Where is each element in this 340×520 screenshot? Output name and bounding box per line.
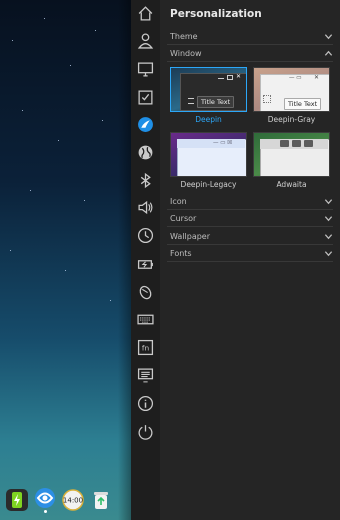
theme-name: Deepin — [195, 115, 222, 124]
theme-preview: ✕ Title Text — [170, 67, 247, 112]
chevron-down-icon — [323, 249, 333, 259]
section-fonts[interactable]: Fonts — [167, 246, 333, 262]
dock-item-power[interactable] — [6, 489, 28, 511]
panel-title: Personalization — [170, 8, 262, 20]
clock-icon: 14:00 — [62, 489, 84, 511]
chevron-down-icon — [323, 232, 333, 242]
bluetooth-icon — [140, 172, 151, 189]
nav-shutdown[interactable] — [137, 423, 154, 440]
tooltip: Title Text — [197, 96, 235, 108]
theme-preview: — ▭ ✕ Title Text — [253, 67, 330, 112]
nav-default-apps[interactable] — [137, 89, 154, 106]
clock-text: 14:00 — [63, 497, 83, 505]
nav-shortcuts[interactable]: fn — [137, 339, 154, 356]
info-icon — [137, 395, 154, 412]
shutdown-icon — [138, 425, 153, 440]
default-apps-icon — [138, 90, 153, 105]
section-window[interactable]: Window — [167, 46, 333, 62]
nav-account[interactable] — [137, 32, 154, 49]
section-label: Cursor — [170, 214, 197, 223]
nav-info[interactable] — [137, 395, 154, 412]
personalization-icon — [138, 117, 153, 132]
shortcuts-icon: fn — [137, 339, 154, 356]
account-icon — [137, 33, 154, 49]
nav-home[interactable] — [137, 5, 154, 22]
display-icon — [137, 62, 154, 77]
section-theme[interactable]: Theme — [167, 29, 333, 45]
tooltip: Title Text — [284, 98, 322, 110]
chevron-down-icon — [323, 32, 333, 42]
dock-item-clock[interactable]: 14:00 — [62, 489, 84, 511]
section-label: Icon — [170, 197, 187, 206]
sound-icon — [138, 200, 153, 215]
dock: 14:00 — [0, 480, 131, 520]
nav-network[interactable] — [137, 144, 154, 161]
section-wallpaper[interactable]: Wallpaper — [167, 229, 333, 245]
running-indicator — [43, 510, 47, 513]
nav-sound[interactable] — [137, 199, 154, 216]
section-label: Fonts — [170, 249, 192, 258]
theme-name: Deepin-Gray — [267, 115, 316, 124]
dock-item-trash[interactable] — [90, 489, 112, 511]
chevron-down-icon — [323, 197, 333, 207]
system-info-icon — [137, 368, 154, 383]
deepin-store-icon — [35, 488, 55, 508]
nav-datetime[interactable] — [137, 227, 154, 244]
theme-card-deepin-legacy[interactable]: — ▭ ☒ Deepin-Legacy — [170, 132, 247, 189]
keyboard-icon — [137, 314, 154, 325]
nav-power[interactable] — [137, 256, 154, 273]
theme-name: Adwaita — [276, 180, 307, 189]
section-label: Wallpaper — [170, 232, 211, 241]
home-icon — [138, 6, 153, 21]
dock-item-store[interactable] — [34, 487, 56, 513]
theme-preview — [253, 132, 330, 177]
theme-card-deepin-gray[interactable]: — ▭ ✕ Title Text Deepin-Gray — [253, 67, 330, 124]
chevron-down-icon — [323, 214, 333, 224]
theme-card-adwaita[interactable]: Adwaita — [253, 132, 330, 189]
nav-bluetooth[interactable] — [137, 172, 154, 189]
power-icon — [137, 260, 153, 269]
theme-name: Deepin-Legacy — [180, 180, 237, 189]
section-icon[interactable]: Icon — [167, 194, 333, 210]
theme-preview: — ▭ ☒ — [170, 132, 247, 177]
control-center-nav: fn — [131, 0, 161, 520]
svg-text:fn: fn — [142, 344, 150, 353]
nav-mouse[interactable] — [137, 283, 154, 300]
section-label: Window — [170, 49, 202, 58]
theme-card-deepin[interactable]: ✕ Title Text Deepin — [170, 67, 247, 124]
mouse-icon — [139, 285, 152, 300]
section-cursor[interactable]: Cursor — [167, 211, 333, 227]
chevron-up-icon — [323, 49, 333, 59]
datetime-icon — [137, 227, 154, 244]
nav-personalization[interactable] — [137, 116, 154, 133]
nav-keyboard[interactable] — [137, 311, 154, 328]
trash-icon — [94, 492, 108, 509]
power-icon — [12, 492, 22, 508]
personalization-panel: Personalization Theme Window ✕ Title Tex… — [160, 0, 340, 520]
nav-display[interactable] — [137, 61, 154, 78]
nav-system-info[interactable] — [137, 367, 154, 384]
desktop-wallpaper: 14:00 — [0, 0, 131, 520]
section-label: Theme — [170, 32, 198, 41]
network-icon — [138, 145, 153, 160]
